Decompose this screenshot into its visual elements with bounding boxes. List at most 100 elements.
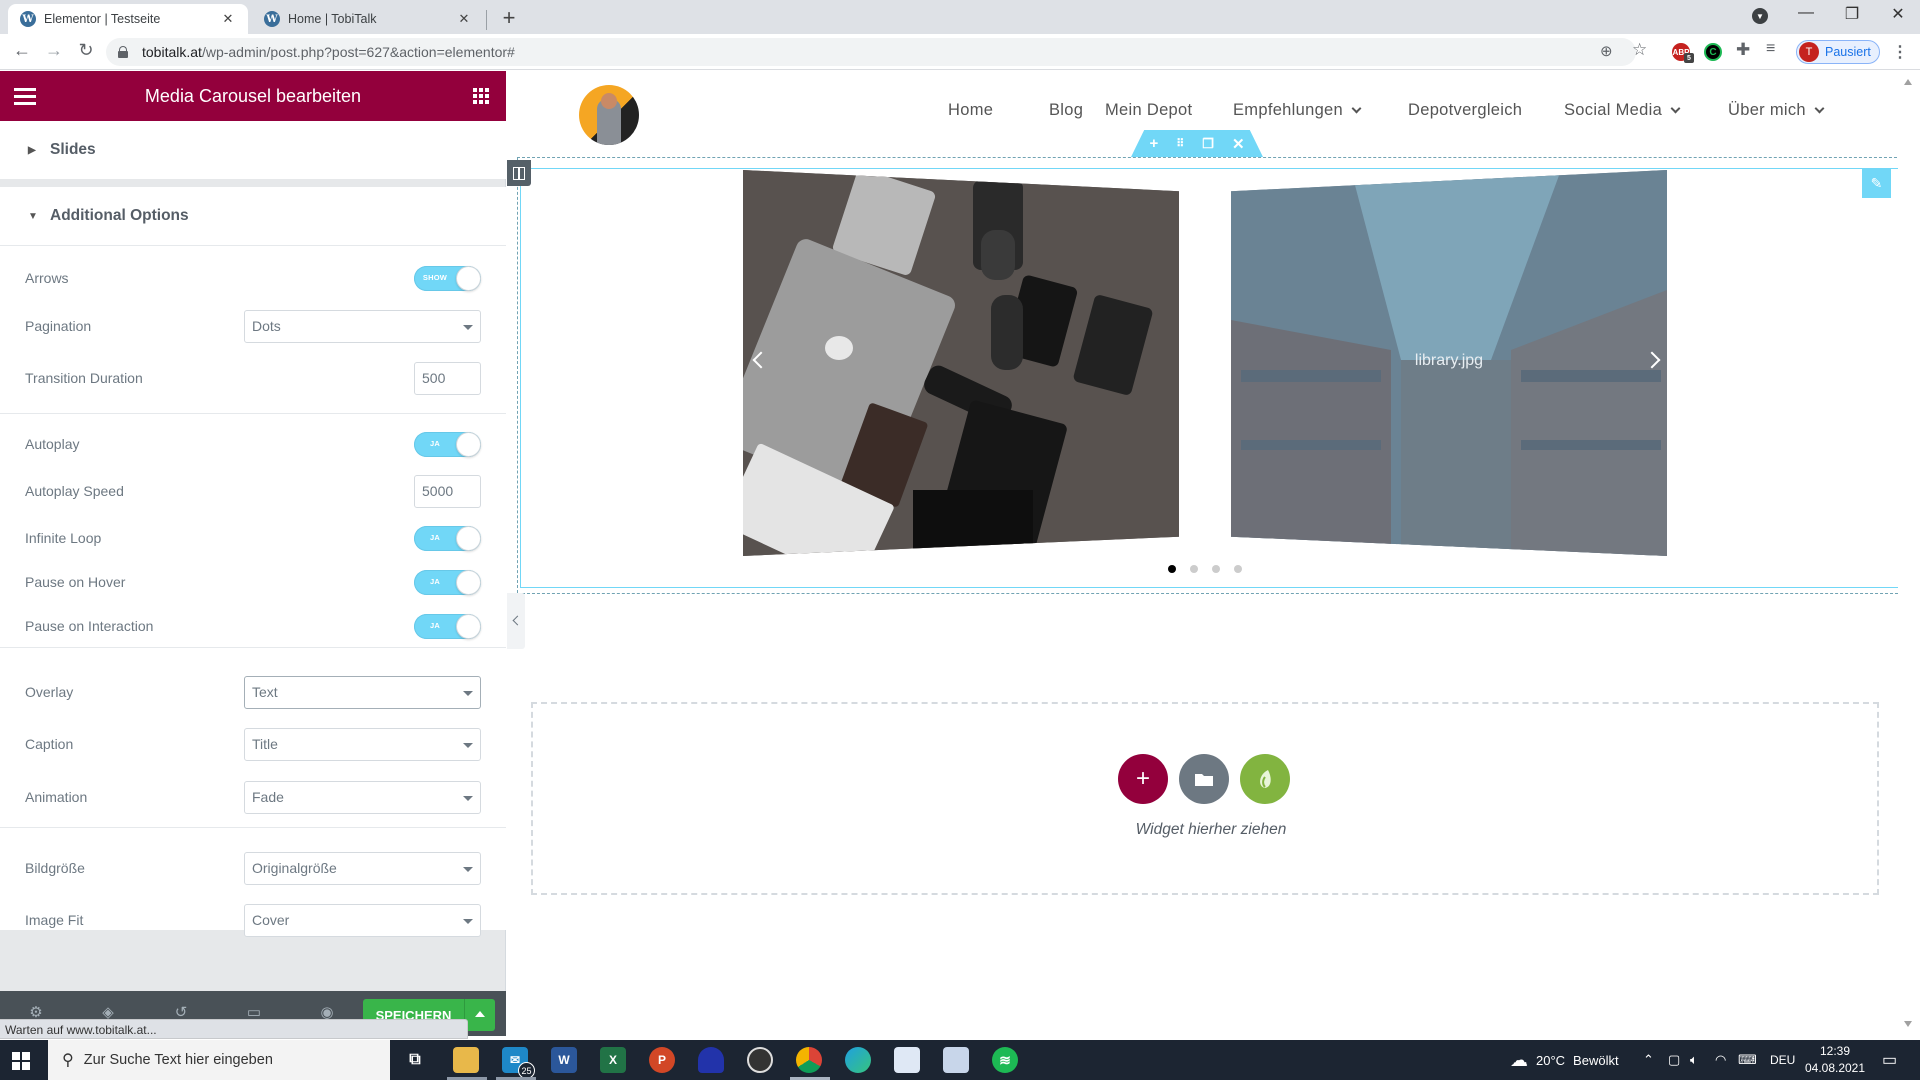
- camera-icon[interactable]: ▢: [1668, 1040, 1680, 1080]
- dropdown-arrow-icon: [463, 795, 473, 801]
- carousel-slide-1[interactable]: [743, 170, 1179, 556]
- edge-icon[interactable]: [845, 1047, 871, 1073]
- pagination-dot-4[interactable]: [1234, 565, 1242, 573]
- animation-select[interactable]: Fade: [244, 780, 481, 814]
- extensions-puzzle-icon[interactable]: ✚: [1736, 40, 1750, 60]
- snipping-tool-icon[interactable]: [894, 1047, 920, 1073]
- save-options-button[interactable]: [464, 999, 495, 1031]
- image-fit-select[interactable]: Cover: [244, 903, 481, 937]
- bookmark-star-icon[interactable]: ☆: [1632, 40, 1647, 60]
- pagination-select[interactable]: Dots: [244, 309, 481, 343]
- restore-button[interactable]: ❐: [1832, 4, 1872, 24]
- widgets-grid-icon[interactable]: [473, 88, 489, 104]
- obs-icon[interactable]: [747, 1047, 773, 1073]
- tab-home-tobitalk[interactable]: W Home | TobiTalk ✕: [252, 4, 484, 34]
- excel-icon[interactable]: X: [600, 1047, 626, 1073]
- collapse-panel-button[interactable]: [507, 593, 525, 649]
- task-view-icon[interactable]: ⧉: [402, 1047, 428, 1073]
- add-new-section-button[interactable]: +: [1118, 754, 1168, 804]
- infinite-loop-toggle[interactable]: JA: [414, 525, 481, 551]
- add-section-icon[interactable]: +: [1149, 135, 1158, 152]
- section-outline-left: [517, 157, 518, 593]
- envato-kit-button[interactable]: [1240, 754, 1290, 804]
- weather-temp: 20°C: [1536, 1052, 1566, 1068]
- autoplay-speed-input[interactable]: 5000: [414, 474, 481, 508]
- volume-icon[interactable]: 🔈︎: [1690, 1040, 1698, 1080]
- address-bar[interactable]: tobitalk.at/wp-admin/post.php?post=627&a…: [106, 38, 1636, 66]
- forward-icon[interactable]: →: [42, 40, 66, 61]
- powerpoint-icon[interactable]: P: [649, 1047, 675, 1073]
- edit-widget-pencil-icon[interactable]: ✎: [1862, 169, 1891, 198]
- nav-depotvergleich[interactable]: Depotvergleich: [1408, 101, 1522, 120]
- section-slides[interactable]: ▶ Slides: [0, 121, 506, 179]
- pagination-dot-1[interactable]: [1168, 565, 1176, 573]
- tray-overflow-icon[interactable]: ⌃: [1643, 1040, 1654, 1080]
- minimize-button[interactable]: —: [1786, 4, 1826, 22]
- back-icon[interactable]: ←: [10, 40, 34, 61]
- nav-social-media[interactable]: Social Media: [1564, 101, 1681, 120]
- add-template-folder-button[interactable]: [1179, 754, 1229, 804]
- column-handle-icon[interactable]: [507, 160, 531, 186]
- nav-label: Home: [948, 101, 994, 119]
- search-placeholder: Zur Suche Text hier eingeben: [83, 1052, 273, 1068]
- new-tab-button[interactable]: +: [496, 5, 522, 31]
- select-value: Dots: [252, 318, 281, 334]
- chevron-down-icon: [1351, 103, 1362, 113]
- delete-section-icon[interactable]: ✕: [1232, 135, 1245, 153]
- notifications-icon[interactable]: ▭: [1882, 1040, 1897, 1080]
- notepad-icon[interactable]: [943, 1047, 969, 1073]
- taskbar-search[interactable]: ⚲ Zur Suche Text hier eingeben: [48, 1040, 390, 1080]
- app-icon[interactable]: [698, 1047, 724, 1073]
- site-logo[interactable]: [579, 85, 639, 145]
- wifi-icon[interactable]: ◠: [1715, 1040, 1726, 1080]
- page-scrollbar[interactable]: [1898, 71, 1920, 1036]
- drag-section-icon[interactable]: ⠿: [1176, 137, 1184, 150]
- reload-icon[interactable]: ↻: [74, 40, 98, 61]
- arrows-toggle[interactable]: SHOW: [414, 265, 481, 291]
- nav-ueber-mich[interactable]: Über mich: [1728, 101, 1825, 120]
- nav-mein-depot[interactable]: Mein Depot: [1105, 101, 1192, 120]
- image-size-select[interactable]: Originalgröße: [244, 851, 481, 885]
- pause-on-interaction-toggle[interactable]: JA: [414, 613, 481, 639]
- grammarly-extension-icon[interactable]: C: [1704, 43, 1722, 61]
- section-header[interactable]: ▼ Additional Options: [0, 187, 506, 246]
- keyboard-icon[interactable]: ⌨: [1738, 1040, 1757, 1080]
- nav-empfehlungen[interactable]: Empfehlungen: [1233, 101, 1362, 120]
- close-tab-icon[interactable]: ✕: [220, 11, 236, 27]
- word-icon[interactable]: W: [551, 1047, 577, 1073]
- chrome-icon[interactable]: [796, 1047, 822, 1073]
- drop-zone-hint: Widget hierher ziehen: [1135, 821, 1287, 838]
- weather-text: Bewölkt: [1573, 1052, 1619, 1068]
- close-tab-icon[interactable]: ✕: [456, 11, 472, 27]
- taskbar-clock[interactable]: 12:39 04.08.2021: [1800, 1043, 1870, 1077]
- spotify-icon[interactable]: ≋: [992, 1047, 1018, 1073]
- pagination-dot-2[interactable]: [1190, 565, 1198, 573]
- duplicate-section-icon[interactable]: ❐: [1202, 136, 1214, 152]
- close-window-button[interactable]: ✕: [1878, 4, 1918, 24]
- windows-start-icon[interactable]: [12, 1052, 30, 1070]
- media-queue-icon[interactable]: ≡: [1766, 40, 1775, 58]
- carousel-slide-2[interactable]: library.jpg: [1231, 170, 1667, 556]
- overlay-select[interactable]: Text: [244, 675, 481, 709]
- nav-blog[interactable]: Blog: [1049, 101, 1083, 120]
- zoom-icon[interactable]: ⊕: [1600, 42, 1613, 60]
- browser-menu-icon[interactable]: ⋮: [1892, 42, 1908, 62]
- adblock-badge: 5: [1684, 53, 1694, 63]
- caption-select[interactable]: Title: [244, 727, 481, 761]
- pagination-dot-3[interactable]: [1212, 565, 1220, 573]
- profile-button[interactable]: T Pausiert: [1796, 40, 1880, 64]
- chevron-down-icon: [1814, 103, 1825, 113]
- file-explorer-icon[interactable]: [453, 1047, 479, 1073]
- transition-duration-input[interactable]: 500: [414, 361, 481, 395]
- tab-search-icon[interactable]: ▼: [1752, 8, 1768, 24]
- weather-widget[interactable]: ☁ 20°C Bewölkt: [1510, 1040, 1619, 1080]
- nav-home[interactable]: Home: [948, 101, 993, 120]
- language-indicator[interactable]: DEU: [1770, 1040, 1795, 1080]
- divider: [0, 647, 506, 648]
- autoplay-toggle[interactable]: JA: [414, 431, 481, 457]
- pause-on-hover-toggle[interactable]: JA: [414, 569, 481, 595]
- media-carousel-widget[interactable]: [520, 168, 1900, 588]
- tab-elementor-testseite[interactable]: W Elementor | Testseite ✕: [8, 4, 248, 34]
- hamburger-menu-icon[interactable]: [14, 88, 36, 105]
- control-label: Transition Duration: [25, 370, 143, 386]
